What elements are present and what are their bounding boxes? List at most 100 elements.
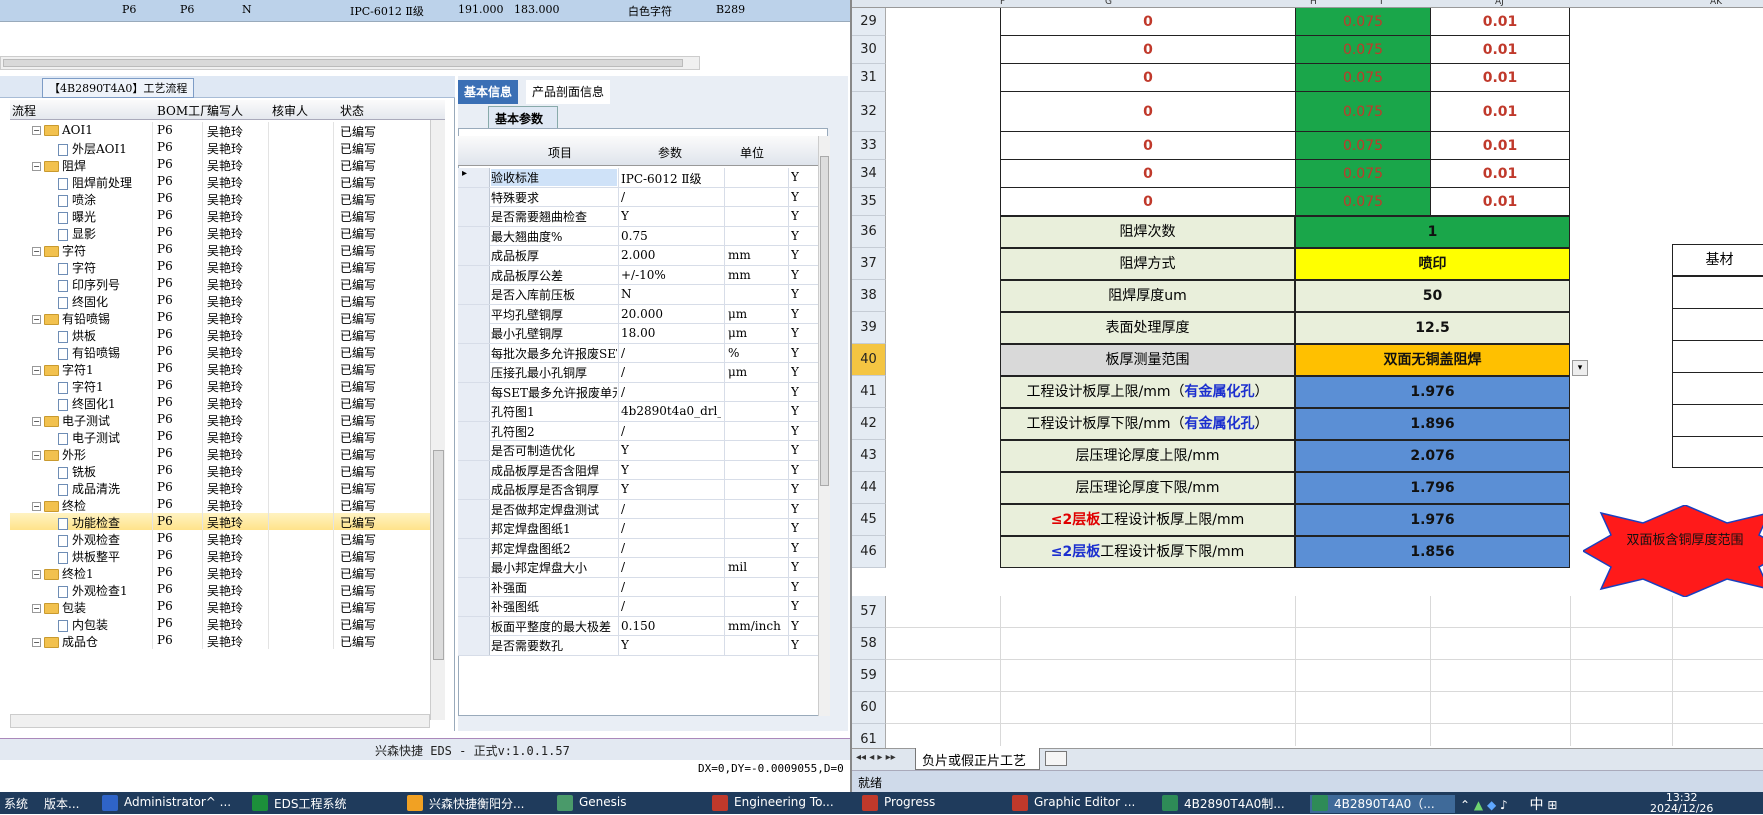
taskbar-item[interactable]: Genesis bbox=[555, 795, 695, 813]
grid-row[interactable]: 孔符图2 / Y bbox=[458, 421, 828, 441]
row-indicator[interactable] bbox=[458, 460, 490, 480]
grid-row[interactable]: 是否做邦定焊盘测试 / Y bbox=[458, 499, 828, 519]
col-header-author[interactable]: 编写人 bbox=[207, 102, 243, 119]
tree-horizontal-scrollbar[interactable] bbox=[10, 714, 430, 728]
grid-cell-param[interactable]: / bbox=[621, 502, 721, 516]
row-indicator[interactable] bbox=[458, 207, 490, 226]
column-header[interactable]: AK bbox=[1710, 0, 1722, 7]
expand-toggle-icon[interactable]: − bbox=[32, 315, 41, 324]
tree-row[interactable]: 烘板 P6 吴艳玲 已编写 bbox=[10, 326, 434, 343]
grid-row[interactable]: ▸ 验收标准 IPC-6012 Ⅱ级 Y bbox=[458, 168, 828, 188]
grid-cell-param[interactable]: +/-10% bbox=[621, 268, 721, 282]
tree-node[interactable]: − 外形 bbox=[32, 446, 86, 463]
grid-row[interactable]: 压接孔最小孔铜厚 / μm Y bbox=[458, 363, 828, 383]
cell-g[interactable]: 0 bbox=[1000, 36, 1295, 64]
tree-row[interactable]: 曝光 P6 吴艳玲 已编写 bbox=[10, 207, 434, 224]
row-indicator[interactable] bbox=[458, 636, 490, 655]
param-label-cell[interactable]: 阻焊厚度um bbox=[1000, 280, 1295, 312]
tab-basic-info[interactable]: 基本信息 bbox=[458, 80, 519, 104]
grid-row[interactable]: 成品板厚是否含铜厚 Y Y bbox=[458, 480, 828, 500]
tree-row[interactable]: 字符1 P6 吴艳玲 已编写 bbox=[10, 377, 434, 394]
tree-node[interactable]: 铣板 bbox=[58, 463, 96, 480]
cell-i[interactable]: 0.01 bbox=[1430, 36, 1570, 64]
param-label-cell[interactable]: 工程设计板厚下限/mm（有金属化孔） bbox=[1000, 408, 1295, 440]
tree-node[interactable]: 外观检查 bbox=[58, 531, 120, 548]
cell-g[interactable]: 0 bbox=[1000, 64, 1295, 92]
tree-node[interactable]: 曝光 bbox=[58, 208, 96, 225]
taskbar-item[interactable]: Progress bbox=[860, 795, 1000, 813]
param-label-cell[interactable]: ≤2层板工程设计板厚上限/mm bbox=[1000, 504, 1295, 536]
tree-row[interactable]: − 终检 P6 吴艳玲 已编写 bbox=[10, 496, 434, 513]
tree-row[interactable]: − 成品仓 P6 吴艳玲 已编写 bbox=[10, 632, 434, 649]
grid-cell-param[interactable]: / bbox=[621, 599, 721, 613]
grid-row[interactable]: 板面平整度的最大极差 0.150 mm/inch Y bbox=[458, 616, 828, 636]
param-value-cell[interactable]: 1.896 bbox=[1295, 408, 1570, 440]
column-header[interactable]: F bbox=[1000, 0, 1005, 7]
row-number[interactable]: 58 bbox=[852, 628, 886, 660]
tree-node[interactable]: 有铅喷锡 bbox=[58, 344, 120, 361]
row-number[interactable]: 37 bbox=[852, 248, 886, 280]
tree-row[interactable]: − 有铅喷锡 P6 吴艳玲 已编写 bbox=[10, 309, 434, 326]
cell-i[interactable]: 0.01 bbox=[1430, 160, 1570, 188]
expand-toggle-icon[interactable]: − bbox=[32, 247, 41, 256]
tree-node[interactable]: 字符 bbox=[58, 259, 96, 276]
param-value-cell[interactable]: 1.976 bbox=[1295, 504, 1570, 536]
tray-shield-icon[interactable]: ◆ bbox=[1487, 798, 1496, 812]
taskbar-item[interactable]: EDS工程系统 bbox=[250, 795, 395, 813]
param-value-cell[interactable]: 50 bbox=[1295, 280, 1570, 312]
expand-toggle-icon[interactable]: − bbox=[32, 417, 41, 426]
grid-cell-param[interactable]: / bbox=[621, 521, 721, 535]
tree-node[interactable]: 功能检查 bbox=[58, 514, 120, 531]
tree-row[interactable]: 印序列号 P6 吴艳玲 已编写 bbox=[10, 275, 434, 292]
sheet-tab-active[interactable]: 负片或假正片工艺 bbox=[915, 748, 1040, 770]
tab-profile-info[interactable]: 产品剖面信息 bbox=[526, 80, 611, 104]
expand-toggle-icon[interactable]: − bbox=[32, 162, 41, 171]
param-label-cell[interactable]: 工程设计板厚上限/mm（有金属化孔） bbox=[1000, 376, 1295, 408]
expand-toggle-icon[interactable]: − bbox=[32, 604, 41, 613]
col-header-flow[interactable]: 流程 bbox=[12, 102, 36, 119]
grid-row[interactable]: 邦定焊盘图纸2 / Y bbox=[458, 538, 828, 558]
grid-cell-param[interactable]: Y bbox=[621, 638, 721, 652]
grid-cell-param[interactable]: / bbox=[621, 346, 721, 360]
tree-node[interactable]: 电子测试 bbox=[58, 429, 120, 446]
grid-row[interactable]: 补强图纸 / Y bbox=[458, 597, 828, 617]
row-indicator[interactable] bbox=[458, 577, 490, 597]
tree-node[interactable]: 终固化 bbox=[58, 293, 108, 310]
grid-cell-param[interactable]: / bbox=[621, 385, 721, 399]
row-number[interactable]: 33 bbox=[852, 132, 886, 160]
row-indicator[interactable] bbox=[458, 304, 490, 324]
tree-node[interactable]: 外观检查1 bbox=[58, 582, 128, 599]
grid-row[interactable]: 成品板厚公差 +/-10% mm Y bbox=[458, 265, 828, 285]
param-label-cell[interactable]: 阻焊方式 bbox=[1000, 248, 1295, 280]
param-label-cell[interactable]: 表面处理厚度 bbox=[1000, 312, 1295, 344]
tree-node[interactable]: − 阻焊 bbox=[32, 157, 86, 174]
row-indicator[interactable] bbox=[458, 343, 490, 363]
taskbar-item[interactable]: 4B2890T4A0制... bbox=[1160, 795, 1300, 813]
row-number[interactable]: 32 bbox=[852, 92, 886, 132]
column-header[interactable]: H bbox=[1310, 0, 1317, 7]
grid-cell-param[interactable]: 0.75 bbox=[621, 229, 721, 243]
tree-node[interactable]: 烘板 bbox=[58, 327, 96, 344]
clock[interactable]: 13:32 2024/12/26 bbox=[1650, 792, 1713, 814]
expand-toggle-icon[interactable]: − bbox=[32, 502, 41, 511]
param-value-cell[interactable]: 1 bbox=[1295, 216, 1570, 248]
tree-node[interactable]: − 终检 bbox=[32, 497, 86, 514]
taskbar-item[interactable]: 4B2890T4A0（... bbox=[1310, 795, 1455, 813]
grid-row[interactable]: 补强面 / Y bbox=[458, 577, 828, 597]
grid-vertical-scrollbar[interactable] bbox=[818, 136, 830, 716]
row-indicator[interactable]: ▸ bbox=[458, 168, 490, 187]
horizontal-scrollbar[interactable] bbox=[0, 56, 700, 70]
row-number[interactable]: 35 bbox=[852, 188, 886, 216]
tree-node[interactable]: − 字符1 bbox=[32, 361, 94, 378]
grid-cell-param[interactable]: 20.000 bbox=[621, 307, 721, 321]
column-header[interactable]: I bbox=[1380, 0, 1383, 7]
grid-cell-param[interactable]: / bbox=[621, 365, 721, 379]
tree-node[interactable]: 阻焊前处理 bbox=[58, 174, 132, 191]
tab-basic-params[interactable]: 基本参数 bbox=[488, 106, 558, 128]
grid-cell-param[interactable]: N bbox=[621, 287, 721, 301]
side-label-cell[interactable]: 基材 bbox=[1672, 244, 1763, 276]
tray-ime-icon[interactable]: ⊞ bbox=[1547, 798, 1557, 812]
cell-h[interactable]: 0.075 bbox=[1295, 36, 1430, 64]
tree-row[interactable]: 喷涂 P6 吴艳玲 已编写 bbox=[10, 190, 434, 207]
row-indicator[interactable] bbox=[458, 499, 490, 519]
